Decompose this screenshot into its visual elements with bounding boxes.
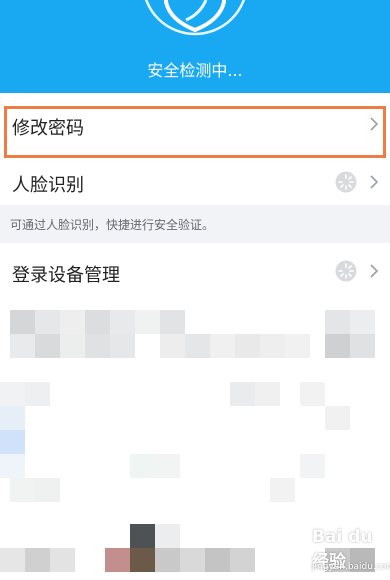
baidu-jingyan-watermark: Bai du 经验 [276,524,390,572]
loading-spinner-icon [335,260,357,282]
highlight-box [4,106,386,158]
chevron-right-icon [370,175,379,189]
device-management-row[interactable]: 登录设备管理 [0,243,390,293]
chevron-right-icon [370,264,379,278]
face-recognition-row[interactable]: 人脸识别 [0,160,390,205]
face-recognition-hint: 可通过人脸识别，快捷进行安全验证。 [10,218,215,232]
face-recognition-label: 人脸识别 [12,175,84,196]
security-status: 安全检测中... [147,61,243,80]
device-management-label: 登录设备管理 [12,265,120,286]
face-recognition-hint-bar: 可通过人脸识别，快捷进行安全验证。 [0,205,390,243]
loading-spinner-icon [335,171,357,193]
paw-logo-icon [286,527,309,549]
watermark-subtext: jingyan.baidu.com [312,562,390,572]
security-header: 安全检测中... [0,0,390,93]
shield-icon [144,0,246,36]
